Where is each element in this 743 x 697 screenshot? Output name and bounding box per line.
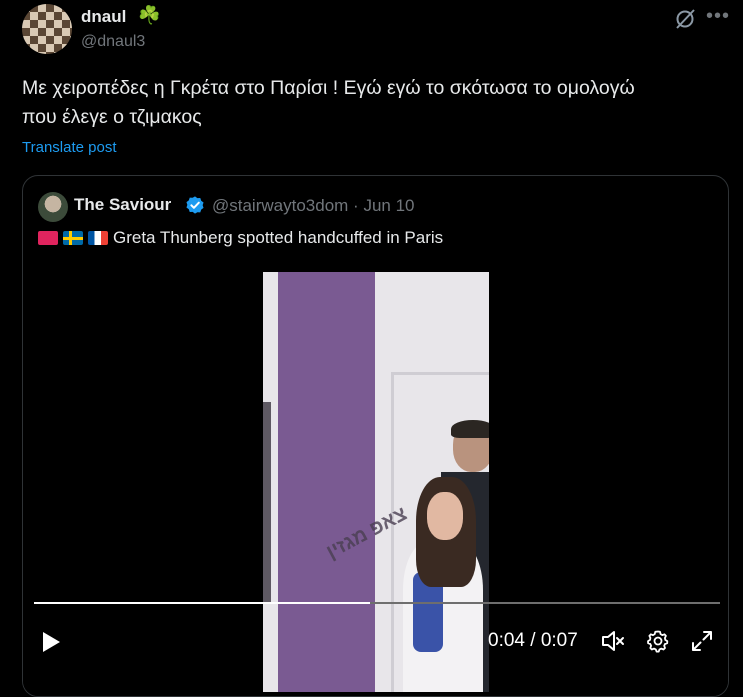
clover-emoji: ☘️ xyxy=(138,5,161,25)
translate-post-link[interactable]: Translate post xyxy=(22,139,117,156)
france-flag-icon xyxy=(88,231,108,245)
separator: · xyxy=(353,196,359,215)
settings-icon[interactable] xyxy=(646,629,670,653)
mute-icon[interactable] xyxy=(600,628,626,654)
user-handle[interactable]: @dnaul3 xyxy=(81,33,145,51)
grok-icon[interactable] xyxy=(673,7,697,31)
avatar[interactable] xyxy=(22,4,72,54)
video-frame[interactable]: צאפ מגזין xyxy=(263,272,489,692)
post-text-line-2: που έλεγε ο τζιμακος xyxy=(22,106,202,128)
video-time: 0:04 / 0:07 xyxy=(488,630,578,651)
quoted-text-body: Greta Thunberg spotted handcuffed in Par… xyxy=(113,228,444,247)
more-icon[interactable]: ••• xyxy=(706,5,730,28)
video-player[interactable]: צאפ מגזין 0:04 / 0:07 xyxy=(23,268,728,696)
video-progress-bar[interactable] xyxy=(34,602,720,604)
play-icon[interactable] xyxy=(40,630,62,654)
quoted-text: Greta Thunberg spotted handcuffed in Par… xyxy=(38,228,443,248)
quoted-handle[interactable]: @stairwayto3dom xyxy=(212,196,348,215)
frame-edge xyxy=(263,402,271,602)
man-hair xyxy=(451,420,489,438)
verified-badge-icon xyxy=(186,196,204,214)
quoted-display-name[interactable]: The Saviour xyxy=(74,195,171,215)
quoted-date[interactable]: Jun 10 xyxy=(363,196,414,215)
girl-face xyxy=(427,492,463,540)
post-text-line-1: Με χειροπέδες η Γκρέτα στο Παρίσι ! Εγώ … xyxy=(22,77,635,99)
fullscreen-icon[interactable] xyxy=(690,629,714,653)
quoted-handle-and-date: @stairwayto3dom · Jun 10 xyxy=(212,196,415,216)
video-progress-fill xyxy=(34,602,371,604)
display-name[interactable]: dnaul xyxy=(81,7,126,27)
post-text: Με χειροπέδες η Γκρέτα στο Παρίσι ! Εγώ … xyxy=(22,74,722,132)
sweden-flag-icon xyxy=(63,231,83,245)
siren-emoji-icon xyxy=(38,231,58,245)
purple-wall xyxy=(278,272,375,692)
quoted-post[interactable]: The Saviour @stairwayto3dom · Jun 10 Gre… xyxy=(22,175,729,697)
quoted-avatar[interactable] xyxy=(38,192,68,222)
